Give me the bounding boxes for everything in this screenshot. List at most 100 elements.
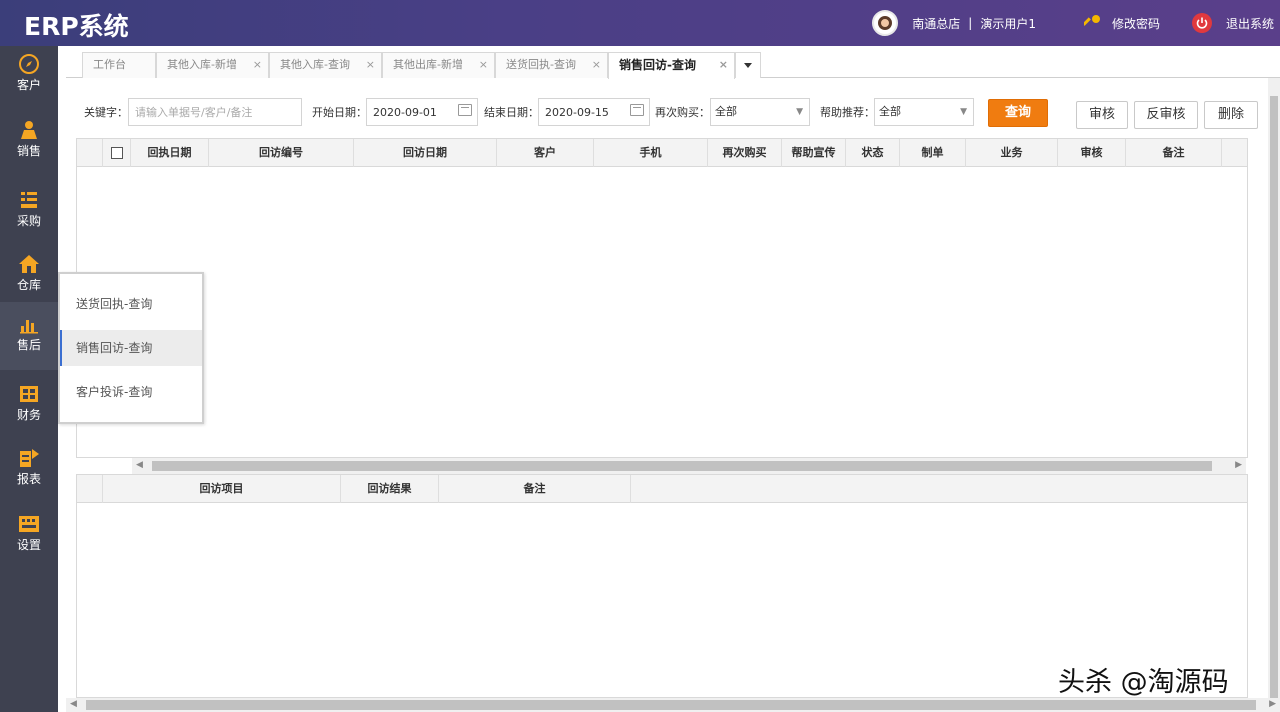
column-header[interactable]: 回执日期	[131, 139, 209, 167]
avatar[interactable]	[872, 10, 899, 36]
sidebar-item-label: 销售	[16, 144, 41, 158]
column-header[interactable]: 回访编号	[209, 139, 354, 167]
tab-other-inbound-add[interactable]: 其他入库-新增 ×	[156, 52, 269, 78]
column-header[interactable]: 回访日期	[354, 139, 497, 167]
sidebar-item-label: 采购	[16, 214, 41, 228]
select-all-checkbox[interactable]	[110, 147, 123, 159]
tab-delivery-receipt-query[interactable]: 送货回执-查询 ×	[495, 52, 608, 78]
rebuy-selected: 全部	[715, 105, 737, 118]
tab-sales-visit-query[interactable]: 销售回访-查询 ×	[608, 52, 735, 79]
detail-table-header: 回访项目 回访结果 备注	[77, 475, 1247, 503]
chevron-down-icon: ▼	[960, 107, 967, 117]
scrollbar-thumb[interactable]	[152, 461, 1212, 471]
compass-icon	[18, 54, 40, 74]
main-table: 回执日期 回访编号 回访日期 客户 手机 再次购买 帮助宣传 状态 制单 业务 …	[76, 138, 1248, 458]
key-icon[interactable]	[1083, 14, 1102, 32]
column-header[interactable]: 制单	[900, 139, 966, 167]
caret-down-icon	[744, 62, 752, 68]
end-date-label: 结束日期：	[484, 106, 539, 119]
person-icon	[18, 120, 40, 140]
row-number-header	[77, 139, 103, 167]
recommend-label: 帮助推荐：	[820, 106, 875, 119]
watermark: 头杀 @淘源码	[1058, 667, 1229, 698]
sidebar-item-settings[interactable]: 设置	[0, 506, 58, 566]
close-icon[interactable]: ×	[479, 53, 488, 77]
recommend-selected: 全部	[879, 105, 901, 118]
tab-other-outbound-add[interactable]: 其他出库-新增 ×	[382, 52, 495, 78]
recommend-select[interactable]: 全部 ▼	[874, 98, 974, 126]
column-header[interactable]: 备注	[439, 475, 631, 503]
sidebar-item-label: 仓库	[16, 278, 41, 292]
tab-more-button[interactable]	[735, 52, 761, 78]
sidebar-item-label: 客户	[16, 78, 41, 92]
audit-button[interactable]: 审核	[1076, 101, 1128, 129]
sidebar-item-label: 设置	[16, 538, 41, 552]
column-header[interactable]: 回访结果	[341, 475, 439, 503]
chevron-down-icon: ▼	[796, 107, 803, 117]
app-logo: ERP系统	[24, 12, 129, 41]
calendar-icon[interactable]	[458, 104, 472, 116]
tab-label: 销售回访-查询	[619, 58, 696, 72]
sidebar-item-label: 报表	[16, 472, 41, 486]
close-icon[interactable]: ×	[592, 53, 601, 77]
delete-button[interactable]: 删除	[1204, 101, 1258, 129]
grid-box-icon	[18, 384, 40, 404]
column-header[interactable]: 帮助宣传	[782, 139, 846, 167]
aftersales-flyout-menu: 送货回执-查询 销售回访-查询 客户投诉-查询	[58, 272, 204, 424]
top-header: ERP系统 南通总店 | 演示用户1 修改密码 退出系统	[0, 0, 1280, 46]
tab-label: 其他入库-查询	[280, 58, 350, 71]
logout-link[interactable]: 退出系统	[1226, 15, 1274, 32]
scroll-left-icon[interactable]: ◀	[136, 460, 143, 470]
keyword-input[interactable]	[128, 98, 302, 126]
main-table-scrollbar[interactable]: ◀ ▶	[132, 458, 1246, 474]
tab-other-inbound-query[interactable]: 其他入库-查询 ×	[269, 52, 382, 78]
scroll-right-icon[interactable]: ▶	[1269, 699, 1276, 709]
sidebar-item-finance[interactable]: 财务	[0, 376, 58, 436]
sidebar-item-warehouse[interactable]: 仓库	[0, 246, 58, 306]
column-header[interactable]: 手机	[594, 139, 708, 167]
query-button[interactable]: 查询	[988, 99, 1048, 127]
close-icon[interactable]: ×	[253, 53, 262, 77]
scrollbar-thumb[interactable]	[1270, 96, 1278, 698]
scroll-left-icon[interactable]: ◀	[70, 699, 77, 709]
power-icon[interactable]	[1191, 13, 1212, 33]
bar-chart-icon	[18, 314, 40, 334]
unaudit-button[interactable]: 反审核	[1134, 101, 1198, 129]
sidebar-item-aftersales[interactable]: 售后	[0, 302, 58, 370]
sidebar-item-customer[interactable]: 客户	[0, 46, 58, 106]
rebuy-select[interactable]: 全部 ▼	[710, 98, 810, 126]
scroll-right-icon[interactable]: ▶	[1235, 460, 1242, 470]
sidebar-item-purchase[interactable]: 采购	[0, 182, 58, 242]
report-icon	[18, 448, 40, 468]
column-header[interactable]: 回访项目	[103, 475, 341, 503]
user-name: 演示用户1	[980, 16, 1036, 31]
filter-bar: 关键字： 开始日期： 结束日期： 再次购买： 全部 ▼ 帮助推荐： 全部 ▼ 查…	[66, 94, 1266, 130]
column-header[interactable]: 状态	[846, 139, 900, 167]
column-header[interactable]: 客户	[497, 139, 594, 167]
tab-label: 其他出库-新增	[393, 58, 463, 71]
close-icon[interactable]: ×	[719, 53, 728, 77]
start-date-label: 开始日期：	[312, 106, 367, 119]
column-header[interactable]: 业务	[966, 139, 1058, 167]
column-header[interactable]: 审核	[1058, 139, 1126, 167]
tab-label: 工作台	[93, 58, 126, 71]
close-icon[interactable]: ×	[366, 53, 375, 77]
scrollbar-thumb[interactable]	[86, 700, 1256, 710]
column-header[interactable]: 再次购买	[708, 139, 782, 167]
menu-item-customer-complaint-query[interactable]: 客户投诉-查询	[60, 374, 202, 410]
tab-workbench[interactable]: 工作台	[82, 52, 156, 78]
page-vertical-scrollbar[interactable]	[1268, 78, 1280, 698]
menu-item-delivery-receipt-query[interactable]: 送货回执-查询	[60, 286, 202, 322]
sidebar-item-label: 售后	[16, 338, 41, 352]
sidebar: 客户 销售 采购 仓库 售后 财务 报表 设置	[0, 46, 58, 712]
rebuy-label: 再次购买：	[655, 106, 710, 119]
sidebar-item-report[interactable]: 报表	[0, 440, 58, 500]
sidebar-item-sales[interactable]: 销售	[0, 112, 58, 172]
change-password-link[interactable]: 修改密码	[1112, 15, 1160, 32]
calendar-icon[interactable]	[630, 104, 644, 116]
branch-name: 南通总店	[912, 16, 961, 31]
row-number-header	[77, 475, 103, 503]
column-header[interactable]: 备注	[1126, 139, 1222, 167]
page-horizontal-scrollbar[interactable]: ◀ ▶	[66, 698, 1280, 712]
menu-item-sales-visit-query[interactable]: 销售回访-查询	[60, 330, 202, 366]
